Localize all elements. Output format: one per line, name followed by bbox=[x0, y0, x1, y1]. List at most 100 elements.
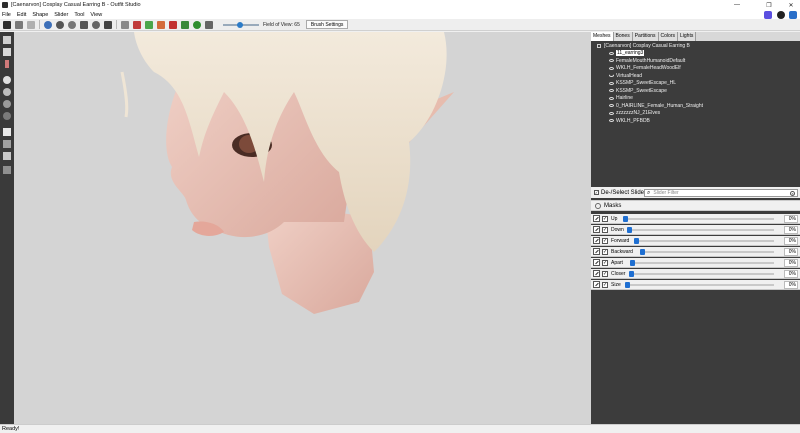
slider-checkbox[interactable]: ✓ bbox=[602, 281, 608, 288]
patreon-icon[interactable] bbox=[789, 11, 797, 19]
move-icon[interactable] bbox=[205, 20, 213, 29]
slider-handle[interactable] bbox=[634, 238, 639, 244]
menu-view[interactable]: View bbox=[90, 12, 102, 18]
slider-value[interactable]: 0% bbox=[784, 281, 798, 289]
slider-track[interactable] bbox=[632, 262, 774, 264]
menu-tool[interactable]: Tool bbox=[74, 12, 84, 18]
slider-checkbox[interactable]: ✓ bbox=[602, 270, 608, 277]
edit-slider-icon[interactable] bbox=[593, 281, 600, 288]
color-brush-icon[interactable] bbox=[133, 20, 141, 29]
github-icon[interactable] bbox=[777, 11, 785, 19]
select-tool-icon[interactable] bbox=[3, 20, 11, 29]
tab-meshes[interactable]: Meshes bbox=[591, 32, 614, 41]
slider-filter-input[interactable]: ⌕ Slider Filter × bbox=[644, 189, 798, 197]
mesh-item[interactable]: WKLH_PFBDB bbox=[609, 118, 650, 124]
menu-slider[interactable]: Slider bbox=[54, 12, 68, 18]
mesh-item[interactable]: VirtualHead bbox=[609, 73, 642, 79]
slider-value[interactable]: 0% bbox=[784, 215, 798, 223]
masks-toggle-icon[interactable] bbox=[595, 202, 601, 209]
minimize-button[interactable]: — bbox=[728, 0, 746, 10]
slider-track[interactable] bbox=[642, 251, 774, 253]
slider-handle[interactable] bbox=[627, 227, 632, 233]
brush-settings-button[interactable]: Brush Settings bbox=[305, 20, 349, 29]
slider-checkbox[interactable]: ✓ bbox=[602, 237, 608, 244]
slider-handle[interactable] bbox=[630, 260, 635, 266]
visibility-eye-icon[interactable] bbox=[609, 119, 614, 122]
mask-tool-icon[interactable] bbox=[104, 20, 112, 29]
brush-inflate-icon[interactable] bbox=[44, 20, 52, 29]
slider-handle[interactable] bbox=[629, 271, 634, 277]
mesh-item[interactable]: KSSMP_SweetEscape bbox=[609, 88, 667, 94]
visibility-eye-icon[interactable] bbox=[609, 96, 614, 100]
select-icon[interactable] bbox=[3, 36, 11, 44]
visibility-eye-icon[interactable] bbox=[609, 59, 614, 62]
mesh-item[interactable]: FemaleMouthHumanoidDefault bbox=[609, 58, 685, 64]
slider-handle[interactable] bbox=[640, 249, 645, 255]
slider-checkbox[interactable]: ✓ bbox=[602, 226, 608, 233]
brush-smooth-icon[interactable] bbox=[80, 20, 88, 29]
slider-value[interactable]: 0% bbox=[784, 259, 798, 267]
mesh-item[interactable]: zzzzzzzNJ_21Elves bbox=[609, 110, 660, 116]
fov-slider-handle[interactable] bbox=[237, 21, 243, 28]
slider-handle[interactable] bbox=[625, 282, 630, 288]
flip-edge-icon[interactable] bbox=[181, 20, 189, 29]
bone-icon[interactable] bbox=[3, 152, 11, 160]
pen-icon[interactable] bbox=[5, 60, 9, 68]
shade-icon[interactable] bbox=[3, 128, 11, 136]
edit-slider-icon[interactable] bbox=[593, 259, 600, 266]
grid-icon[interactable] bbox=[3, 166, 11, 174]
slider-checkbox[interactable]: ✓ bbox=[602, 259, 608, 266]
alpha-brush-icon[interactable] bbox=[145, 20, 153, 29]
slider-checkbox[interactable]: ✓ bbox=[602, 215, 608, 222]
tab-colors[interactable]: Colors bbox=[658, 32, 678, 41]
slider-value[interactable]: 0% bbox=[784, 226, 798, 234]
masks-row[interactable]: Masks bbox=[591, 200, 800, 211]
mesh-item[interactable]: WKLH_FemaleHeadWoodElf bbox=[609, 65, 681, 71]
mesh-item[interactable]: 0_HAIRLINE_Female_Human_Straight bbox=[609, 103, 703, 109]
visibility-eye-closed-icon[interactable] bbox=[609, 74, 614, 77]
pivot-tool-icon[interactable] bbox=[27, 20, 35, 29]
mesh-item[interactable]: KSSMP_SweetEscape_HL bbox=[609, 80, 676, 86]
menu-file[interactable]: File bbox=[2, 12, 11, 18]
sphere-dark-icon[interactable] bbox=[3, 112, 11, 120]
slider-track[interactable] bbox=[631, 273, 774, 275]
edit-slider-icon[interactable] bbox=[593, 248, 600, 255]
edit-slider-icon[interactable] bbox=[593, 226, 600, 233]
deselect-sliders-checkbox[interactable]: ✓ bbox=[594, 190, 599, 195]
maximize-button[interactable]: ❐ bbox=[760, 0, 778, 10]
sphere-wire-icon[interactable] bbox=[3, 88, 11, 96]
edit-slider-icon[interactable] bbox=[593, 270, 600, 277]
delete-vertex-icon[interactable] bbox=[169, 20, 177, 29]
slider-value[interactable]: 0% bbox=[784, 270, 798, 278]
visibility-eye-icon[interactable] bbox=[609, 81, 614, 85]
menu-edit[interactable]: Edit bbox=[17, 12, 26, 18]
slider-checkbox[interactable]: ✓ bbox=[602, 248, 608, 255]
brush-undiff-icon[interactable] bbox=[92, 20, 100, 29]
refresh-icon[interactable] bbox=[193, 20, 201, 29]
sphere-flat-icon[interactable] bbox=[3, 100, 11, 108]
visibility-eye-icon[interactable] bbox=[609, 51, 614, 55]
pin-icon[interactable] bbox=[3, 48, 11, 56]
edit-slider-icon[interactable] bbox=[593, 215, 600, 222]
collapse-icon[interactable] bbox=[597, 44, 601, 48]
slider-track[interactable] bbox=[636, 240, 774, 242]
viewport-3d[interactable] bbox=[14, 32, 591, 424]
close-button[interactable]: ✕ bbox=[782, 0, 800, 10]
menu-shape[interactable]: Shape bbox=[32, 12, 48, 18]
slider-value[interactable]: 0% bbox=[784, 248, 798, 256]
visibility-eye-icon[interactable] bbox=[609, 104, 614, 107]
slider-handle[interactable] bbox=[623, 216, 628, 222]
tab-partitions[interactable]: Partitions bbox=[632, 32, 659, 41]
mesh-item[interactable]: Hairline bbox=[609, 95, 633, 101]
tab-lights[interactable]: Lights bbox=[678, 32, 697, 41]
slider-track[interactable] bbox=[629, 229, 774, 231]
visibility-eye-icon[interactable] bbox=[609, 89, 614, 92]
visibility-eye-icon[interactable] bbox=[609, 111, 614, 115]
tab-bones[interactable]: Bones bbox=[613, 32, 633, 41]
collapse-vertex-icon[interactable] bbox=[157, 20, 165, 29]
slider-track[interactable] bbox=[627, 284, 774, 286]
edit-slider-icon[interactable] bbox=[593, 237, 600, 244]
brush-deflate-icon[interactable] bbox=[56, 20, 64, 29]
visibility-eye-icon[interactable] bbox=[609, 66, 614, 70]
brush-move-icon[interactable] bbox=[68, 20, 76, 29]
